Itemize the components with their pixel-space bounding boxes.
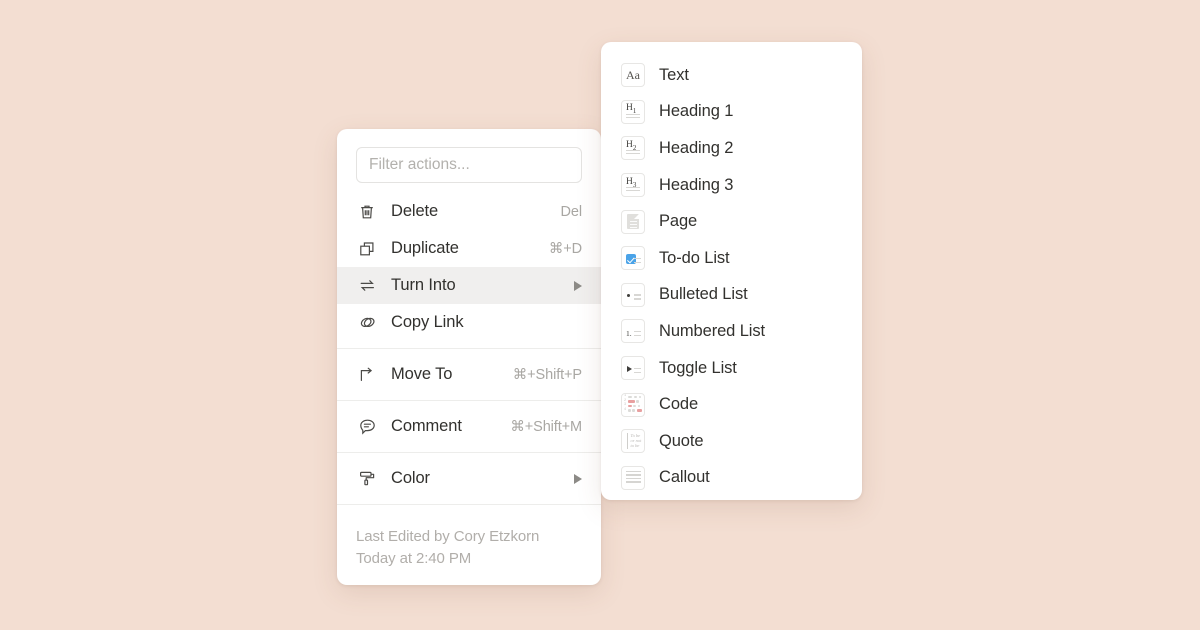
menu-item-duplicate[interactable]: Duplicate ⌘+D — [337, 230, 601, 267]
turn-into-item-label: Heading 1 — [659, 102, 733, 121]
turn-into-item-label: Callout — [659, 468, 710, 487]
turn-into-icon — [356, 275, 378, 297]
menu-item-delete[interactable]: Delete Del — [337, 193, 601, 230]
turn-into-item-bulleted-list[interactable]: Bulleted List — [601, 277, 862, 314]
numbered-list-block-icon: 1. — [621, 319, 645, 343]
action-group-primary: Delete Del Duplicate ⌘+D Turn In — [337, 193, 601, 341]
code-lines: 1 2 3 4 — [624, 396, 643, 415]
turn-into-item-label: Numbered List — [659, 322, 765, 341]
callout-lines — [626, 471, 641, 485]
chevron-right-icon — [574, 474, 582, 484]
code-block-icon: 1 2 3 4 — [621, 393, 645, 417]
turn-into-item-label: Quote — [659, 432, 703, 451]
bulleted-list-block-icon — [621, 283, 645, 307]
turn-into-item-numbered-list[interactable]: 1. Numbered List — [601, 313, 862, 350]
number-glyph: 1. — [626, 329, 632, 338]
chevron-right-icon — [574, 281, 582, 291]
heading-2-block-icon: H2 — [621, 136, 645, 160]
menu-item-label: Move To — [391, 365, 452, 384]
heading-3-block-icon: H3 — [621, 173, 645, 197]
turn-into-item-heading-2[interactable]: H2 Heading 2 — [601, 130, 862, 167]
paint-roller-icon — [356, 468, 378, 490]
icon-lines — [626, 185, 640, 191]
menu-item-shortcut: ⌘+Shift+P — [513, 367, 582, 383]
quote-block-icon: To be or not to be — [621, 429, 645, 453]
turn-into-item-label: Bulleted List — [659, 285, 748, 304]
text-block-icon: Aa — [621, 63, 645, 87]
menu-item-label: Comment — [391, 417, 462, 436]
icon-lines — [634, 365, 641, 373]
page-sheet — [627, 214, 639, 229]
page-block-icon — [621, 210, 645, 234]
menu-item-label: Color — [391, 469, 430, 488]
menu-item-label: Duplicate — [391, 239, 459, 258]
icon-lines — [634, 292, 641, 300]
move-to-icon — [356, 364, 378, 386]
action-group-move: Move To ⌘+Shift+P — [337, 356, 601, 393]
turn-into-item-heading-3[interactable]: H3 Heading 3 — [601, 167, 862, 204]
comment-icon — [356, 416, 378, 438]
action-group-comment: Comment ⌘+Shift+M — [337, 408, 601, 445]
icon-lines — [626, 148, 640, 154]
turn-into-item-label: Heading 2 — [659, 139, 733, 158]
turn-into-item-todo-list[interactable]: To-do List — [601, 240, 862, 277]
divider — [337, 452, 601, 453]
action-group-color: Color — [337, 460, 601, 497]
turn-into-item-quote[interactable]: To be or not to be Quote — [601, 423, 862, 460]
heading-1-block-icon: H1 — [621, 100, 645, 124]
divider — [337, 400, 601, 401]
divider — [337, 348, 601, 349]
todo-list-block-icon — [621, 246, 645, 270]
turn-into-list: Aa Text H1 Heading 1 H2 Heading 2 H3 Hea… — [601, 42, 862, 511]
triangle-right-icon — [627, 366, 632, 372]
turn-into-item-toggle-list[interactable]: Toggle List — [601, 350, 862, 387]
filter-actions-input[interactable] — [356, 147, 582, 183]
menu-item-shortcut: ⌘+Shift+M — [510, 419, 582, 435]
icon-lines — [634, 255, 641, 263]
turn-into-item-heading-1[interactable]: H1 Heading 1 — [601, 94, 862, 131]
last-edited-time: Today at 2:40 PM — [356, 548, 582, 570]
icon-lines — [626, 112, 640, 118]
menu-item-label: Copy Link — [391, 313, 463, 332]
turn-into-item-page[interactable]: Page — [601, 203, 862, 240]
turn-into-item-code[interactable]: 1 2 3 4 Code — [601, 386, 862, 423]
menu-item-color[interactable]: Color — [337, 460, 601, 497]
last-edited-by: Last Edited by Cory Etzkorn — [356, 526, 582, 548]
filter-actions-wrap — [337, 129, 601, 193]
duplicate-icon — [356, 238, 378, 260]
quote-line-3: to be — [631, 443, 643, 448]
turn-into-item-label: Page — [659, 212, 697, 231]
divider — [337, 504, 601, 505]
icon-lines — [634, 328, 641, 336]
turn-into-item-callout[interactable]: Callout — [601, 460, 862, 497]
menu-item-shortcut: ⌘+D — [549, 241, 582, 257]
toggle-list-block-icon — [621, 356, 645, 380]
quote-lines: To be or not to be — [627, 433, 642, 449]
turn-into-item-label: Toggle List — [659, 359, 737, 378]
turn-into-item-text[interactable]: Aa Text — [601, 57, 862, 94]
text-glyph: Aa — [626, 69, 640, 81]
turn-into-item-label: Text — [659, 66, 689, 85]
trash-icon — [356, 201, 378, 223]
block-action-menu: Delete Del Duplicate ⌘+D Turn In — [337, 129, 601, 585]
turn-into-item-label: Code — [659, 395, 698, 414]
link-icon — [356, 312, 378, 334]
last-edited-footer: Last Edited by Cory Etzkorn Today at 2:4… — [337, 512, 601, 570]
bullet-dot — [627, 294, 630, 297]
menu-item-label: Turn Into — [391, 276, 456, 295]
menu-item-comment[interactable]: Comment ⌘+Shift+M — [337, 408, 601, 445]
turn-into-submenu: Aa Text H1 Heading 1 H2 Heading 2 H3 Hea… — [601, 42, 862, 500]
menu-item-label: Delete — [391, 202, 438, 221]
menu-item-move-to[interactable]: Move To ⌘+Shift+P — [337, 356, 601, 393]
turn-into-item-label: To-do List — [659, 249, 730, 268]
menu-item-copy-link[interactable]: Copy Link — [337, 304, 601, 341]
menu-item-shortcut: Del — [561, 204, 582, 220]
icon-lines — [630, 219, 638, 228]
callout-block-icon — [621, 466, 645, 490]
menu-item-turn-into[interactable]: Turn Into — [337, 267, 601, 304]
turn-into-item-label: Heading 3 — [659, 176, 733, 195]
